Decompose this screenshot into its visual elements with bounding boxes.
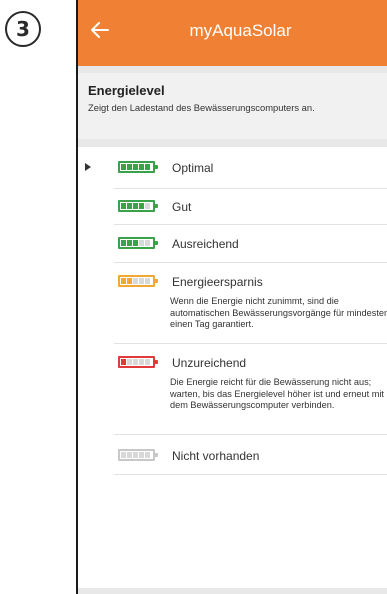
energy-level-row[interactable]: Nicht vorhanden <box>114 435 387 475</box>
energy-level-label: Ausreichend <box>172 237 239 251</box>
energy-level-label: Energieersparnis <box>172 275 263 289</box>
energy-level-list: Optimal Gut Ausreichend Energieersparnis Wen… <box>78 147 387 588</box>
step-number-badge: 3 <box>5 11 41 47</box>
energy-level-row[interactable]: Ausreichend <box>114 225 387 263</box>
section-header: Energielevel Zeigt den Ladestand des Bew… <box>78 73 387 139</box>
energy-level-row[interactable]: Energieersparnis Wenn die Energie nicht z… <box>114 263 387 344</box>
energy-level-row[interactable]: Optimal <box>85 147 387 189</box>
energy-level-row[interactable]: Unzureichend Die Energie reicht für die B… <box>114 344 387 435</box>
battery-level-icon <box>118 237 158 249</box>
energy-level-label: Optimal <box>172 161 214 175</box>
battery-level-icon <box>118 356 158 368</box>
phone-screen: myAquaSolar Energielevel Zeigt den Lades… <box>76 0 387 594</box>
battery-level-icon <box>118 449 158 461</box>
energy-level-description: Wenn die Energie nicht zunimmt, sind die… <box>170 296 387 330</box>
battery-level-icon <box>118 200 158 212</box>
section-subtitle: Zeigt den Ladestand des Bewässerungscomp… <box>88 102 315 113</box>
section-title: Energielevel <box>88 83 165 98</box>
app-title: myAquaSolar <box>189 21 292 40</box>
battery-level-icon <box>118 161 158 173</box>
app-bar: myAquaSolar <box>78 0 387 66</box>
battery-level-icon <box>118 275 158 287</box>
energy-level-label: Gut <box>172 200 192 214</box>
energy-level-row[interactable]: Gut <box>114 189 387 225</box>
energy-level-label: Unzureichend <box>172 356 247 370</box>
selected-indicator-icon <box>85 163 91 171</box>
energy-level-label: Nicht vorhanden <box>172 449 260 463</box>
energy-level-description: Die Energie reicht für die Bewässerung n… <box>170 377 384 411</box>
